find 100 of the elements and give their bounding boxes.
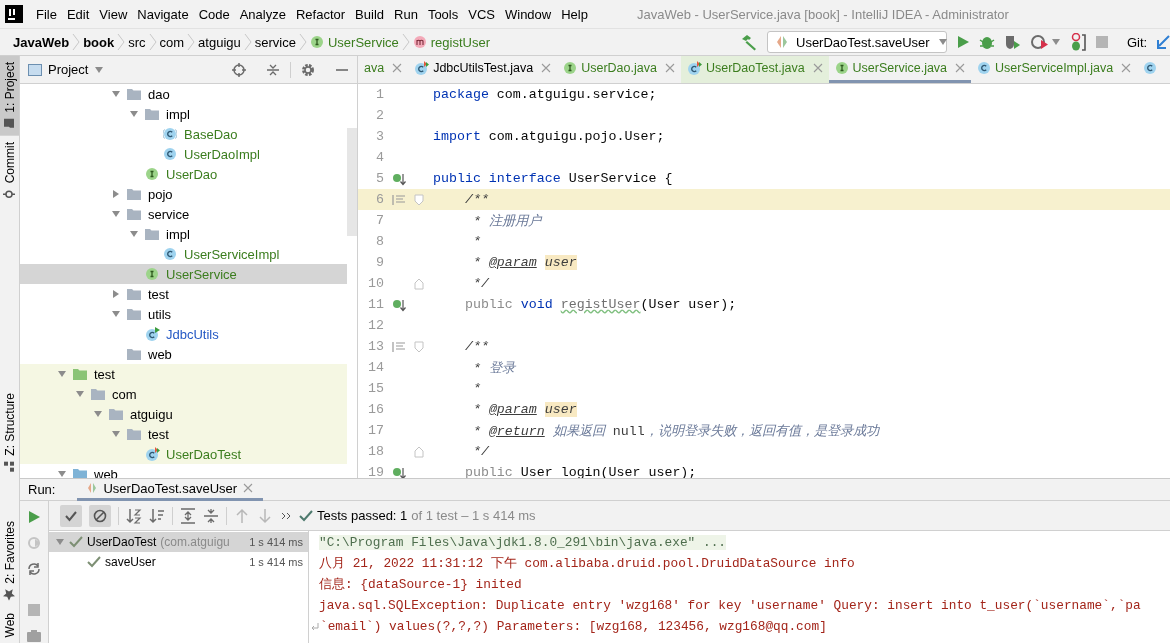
view-selector[interactable]: Project xyxy=(28,62,105,77)
menu-item[interactable]: Run xyxy=(389,3,423,25)
tree-item[interactable]: pojo xyxy=(20,184,347,204)
tree-item[interactable]: UserServiceImpl xyxy=(20,244,347,264)
tool-window-tab[interactable]: Z: Structure xyxy=(0,387,19,479)
tool-window-tab[interactable]: Commit xyxy=(0,135,19,207)
tree-item[interactable]: test xyxy=(20,424,347,444)
scrollbar-thumb[interactable] xyxy=(347,128,357,236)
profiler-icon[interactable] xyxy=(1031,34,1049,50)
tree-item[interactable]: impl xyxy=(20,224,347,244)
tree-item[interactable]: atguigu xyxy=(20,404,347,424)
breadcrumb[interactable]: JavaWeb xyxy=(10,34,73,50)
close-icon[interactable] xyxy=(812,63,823,73)
collapse-all-icon[interactable] xyxy=(266,62,280,77)
rerun-failed-icon[interactable] xyxy=(27,536,41,550)
editor-tab[interactable]: UserService.java xyxy=(828,56,972,83)
menu-item[interactable]: View xyxy=(94,3,133,25)
breadcrumb[interactable]: book xyxy=(80,34,118,50)
tree-item[interactable]: web xyxy=(20,344,347,364)
down-arrow-icon[interactable] xyxy=(257,507,273,524)
line-number: 6 xyxy=(375,192,384,207)
settings-icon[interactable] xyxy=(301,62,315,77)
folder-icon xyxy=(90,387,106,401)
breadcrumb[interactable]: service xyxy=(251,34,299,50)
tool-window-tab[interactable]: 2: Favorites xyxy=(0,514,19,607)
code-line: public interface UserService { xyxy=(433,171,673,186)
fold-icon[interactable] xyxy=(414,277,424,290)
breadcrumb[interactable]: src xyxy=(125,34,149,50)
menu-item[interactable]: Code xyxy=(193,3,235,25)
tree-item[interactable]: test xyxy=(20,364,347,384)
sort-by-duration-icon[interactable] xyxy=(149,507,165,524)
close-icon[interactable] xyxy=(664,63,675,73)
camera-icon[interactable] xyxy=(26,629,42,643)
abstract-class-icon xyxy=(163,127,177,141)
up-arrow-icon[interactable] xyxy=(234,507,250,524)
close-icon[interactable] xyxy=(392,63,403,73)
update-arrow-icon[interactable] xyxy=(1156,35,1170,49)
filter-toggle[interactable] xyxy=(60,504,82,527)
expand-all-icon[interactable] xyxy=(180,507,196,524)
menu-item[interactable]: Refactor xyxy=(290,3,351,25)
editor-tab[interactable]: UserDaoTest.java xyxy=(680,56,829,83)
stop-icon[interactable] xyxy=(1095,35,1109,49)
tree-item[interactable]: service xyxy=(20,204,347,224)
result-row[interactable]: UserDaoTest (com.atguigu 1 s 414 ms xyxy=(49,532,308,552)
tree-item[interactable]: web xyxy=(20,464,347,478)
tree-item[interactable]: UserDaoTest xyxy=(20,444,347,464)
tree-item[interactable]: test xyxy=(20,284,347,304)
menu-item[interactable]: VCS xyxy=(463,3,500,25)
fold-icon[interactable] xyxy=(414,445,424,458)
editor-tab[interactable]: JdbcUtilsTest.java xyxy=(408,56,558,83)
breadcrumb[interactable]: UserService xyxy=(306,34,402,50)
tree-item[interactable]: dao xyxy=(20,84,347,104)
breadcrumb[interactable]: atguigu xyxy=(195,34,244,50)
tree-item[interactable]: BaseDao xyxy=(20,124,347,144)
bug-icon[interactable] xyxy=(979,34,995,50)
stop-icon[interactable] xyxy=(27,603,41,617)
collapse-all-icon[interactable] xyxy=(203,507,219,524)
menu-item[interactable]: Tools xyxy=(422,3,464,25)
menu-item[interactable]: Navigate xyxy=(132,3,194,25)
toggle-auto-test-icon[interactable] xyxy=(27,562,41,576)
menu-item[interactable]: Window xyxy=(499,3,557,25)
breadcrumb[interactable]: registUser xyxy=(409,34,493,50)
tree-item[interactable]: JdbcUtils xyxy=(20,324,347,344)
menu-item[interactable]: Edit xyxy=(61,3,95,25)
tree-item[interactable]: com xyxy=(20,384,347,404)
menu-item[interactable]: Analyze xyxy=(234,3,291,25)
editor-tab[interactable]: ava xyxy=(358,56,409,83)
rerun-icon[interactable] xyxy=(27,510,41,524)
run-configuration-dropdown[interactable]: UserDaoTest.saveUser xyxy=(767,31,947,53)
attach-debugger-icon[interactable] xyxy=(1070,33,1086,51)
line-number: 16 xyxy=(367,402,384,417)
coverage-icon[interactable] xyxy=(1004,34,1022,50)
test-summary: Tests passed: 1 xyxy=(317,508,408,523)
menu-item[interactable]: File xyxy=(31,3,62,25)
tree-item[interactable]: UserDao xyxy=(20,164,347,184)
tool-window-tab[interactable]: Web xyxy=(0,606,19,643)
run-icon[interactable] xyxy=(956,35,970,49)
menu-item[interactable]: Build xyxy=(350,3,389,25)
sort-alphabetically-icon[interactable] xyxy=(126,507,142,524)
menu-item[interactable]: Help xyxy=(556,3,593,25)
tool-window-tab[interactable]: 1: Project xyxy=(0,56,19,136)
close-icon[interactable] xyxy=(1121,63,1132,73)
code-line: public User login(User user); xyxy=(463,465,697,478)
hammer-icon[interactable] xyxy=(740,33,758,51)
tree-item[interactable]: impl xyxy=(20,104,347,124)
tree-item[interactable]: UserDaoImpl xyxy=(20,144,347,164)
fold-icon[interactable] xyxy=(414,340,424,353)
close-icon[interactable] xyxy=(243,483,254,493)
locate-icon[interactable] xyxy=(232,62,246,77)
dropdown-caret-icon xyxy=(1051,37,1061,47)
tree-item[interactable]: utils xyxy=(20,304,347,324)
breadcrumb[interactable]: com xyxy=(156,34,188,50)
close-icon[interactable] xyxy=(541,63,552,73)
close-icon[interactable] xyxy=(955,63,966,73)
result-row[interactable]: saveUser 1 s 414 ms xyxy=(49,552,308,572)
filter-toggle[interactable] xyxy=(89,504,111,527)
fold-icon[interactable] xyxy=(414,193,424,206)
editor-tab[interactable]: UserServiceImpl.java xyxy=(971,56,1138,83)
editor-tab[interactable]: UserDao.java xyxy=(557,56,681,83)
tree-item[interactable]: UserService xyxy=(20,264,347,284)
